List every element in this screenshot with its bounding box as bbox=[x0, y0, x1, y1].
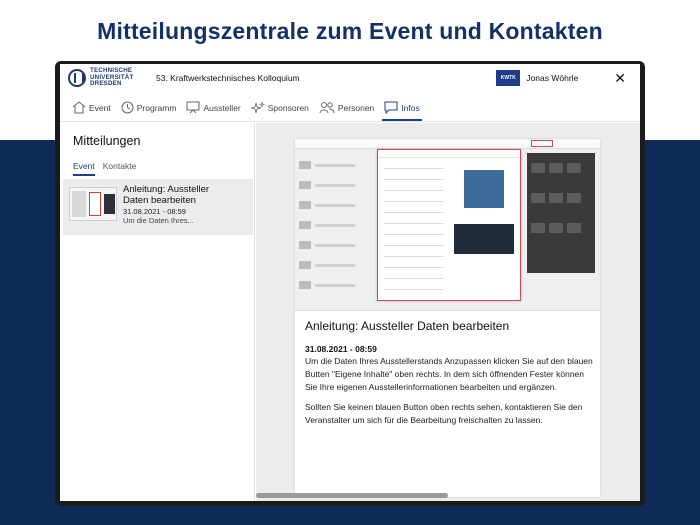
tab-programm[interactable]: Programm bbox=[121, 94, 177, 121]
tab-label: Programm bbox=[136, 102, 177, 113]
sparkle-icon bbox=[250, 101, 265, 114]
tab-label: Event bbox=[89, 102, 111, 113]
message-texts: Anleitung: Aussteller Daten bearbeiten 3… bbox=[123, 184, 221, 225]
detail-paragraph: Sollten Sie keinen blauen Button oben re… bbox=[305, 402, 583, 425]
chat-icon bbox=[384, 101, 398, 114]
tab-label: Aussteller bbox=[203, 102, 241, 113]
detail-paragraph: Um die Daten Ihres Ausstellerstands Anzu… bbox=[305, 356, 593, 392]
horizontal-scrollbar[interactable] bbox=[256, 491, 640, 499]
detail-title: Anleitung: Aussteller Daten bearbeiten bbox=[305, 319, 510, 333]
logo-text: TECHNISCHE UNIVERSITÄT DRESDEN bbox=[90, 68, 133, 88]
message-detail-pane: Anleitung: Aussteller Daten bearbeiten 3… bbox=[256, 123, 640, 501]
people-icon bbox=[319, 102, 335, 114]
close-icon[interactable]: ✕ bbox=[614, 71, 626, 85]
logo-mark-icon bbox=[68, 69, 86, 87]
scrollbar-thumb[interactable] bbox=[256, 493, 448, 498]
page-headline: Mitteilungszentrale zum Event und Kontak… bbox=[97, 18, 603, 44]
sidebar-tabs: Event Kontakte bbox=[73, 161, 254, 176]
university-logo: TECHNISCHE UNIVERSITÄT DRESDEN bbox=[68, 68, 148, 88]
user-name[interactable]: Jonas Wöhrle bbox=[526, 73, 578, 83]
event-title: 53. Kraftwerkstechnisches Kolloquium bbox=[156, 73, 300, 83]
main-nav: Event Programm Aussteller Sponsoren Pers… bbox=[60, 94, 640, 122]
tab-event-messages[interactable]: Event bbox=[73, 161, 95, 176]
clock-icon bbox=[121, 101, 134, 114]
user-area[interactable]: KWTK Jonas Wöhrle ✕ bbox=[496, 70, 626, 86]
tab-label: Personen bbox=[337, 102, 375, 113]
message-screenshot bbox=[295, 139, 600, 311]
app-window: TECHNISCHE UNIVERSITÄT DRESDEN 53. Kraft… bbox=[60, 64, 640, 501]
message-date: 31.08.2021 - 08:59 bbox=[123, 207, 186, 216]
user-badge: KWTK bbox=[496, 70, 521, 86]
messages-sidebar: Mitteilungen Event Kontakte Anleitung: A… bbox=[60, 123, 255, 501]
logo-line: DRESDEN bbox=[90, 80, 122, 88]
sidebar-title: Mitteilungen bbox=[73, 134, 141, 148]
tab-aussteller[interactable]: Aussteller bbox=[186, 94, 241, 121]
tab-personen[interactable]: Personen bbox=[319, 94, 374, 121]
message-thumbnail bbox=[69, 187, 117, 221]
detail-body: Um die Daten Ihres Ausstellerstands Anzu… bbox=[305, 355, 595, 434]
tab-sponsoren[interactable]: Sponsoren bbox=[250, 94, 309, 121]
home-icon bbox=[72, 101, 86, 114]
tab-event[interactable]: Event bbox=[72, 94, 111, 121]
tab-label: Sponsoren bbox=[267, 102, 309, 113]
message-title: Anleitung: Aussteller Daten bearbeiten bbox=[123, 184, 210, 206]
tab-label: Infos bbox=[401, 102, 420, 113]
top-bar: TECHNISCHE UNIVERSITÄT DRESDEN 53. Kraft… bbox=[60, 64, 640, 92]
message-card: Anleitung: Aussteller Daten bearbeiten 3… bbox=[295, 139, 600, 497]
tab-contact-messages[interactable]: Kontakte bbox=[103, 161, 137, 176]
message-snippet: Um die Daten Ihres... bbox=[123, 216, 194, 225]
message-list-item[interactable]: Anleitung: Aussteller Daten bearbeiten 3… bbox=[63, 179, 253, 235]
tab-infos[interactable]: Infos bbox=[382, 94, 423, 121]
detail-date: 31.08.2021 - 08:59 bbox=[305, 344, 377, 354]
easel-icon bbox=[186, 101, 200, 114]
